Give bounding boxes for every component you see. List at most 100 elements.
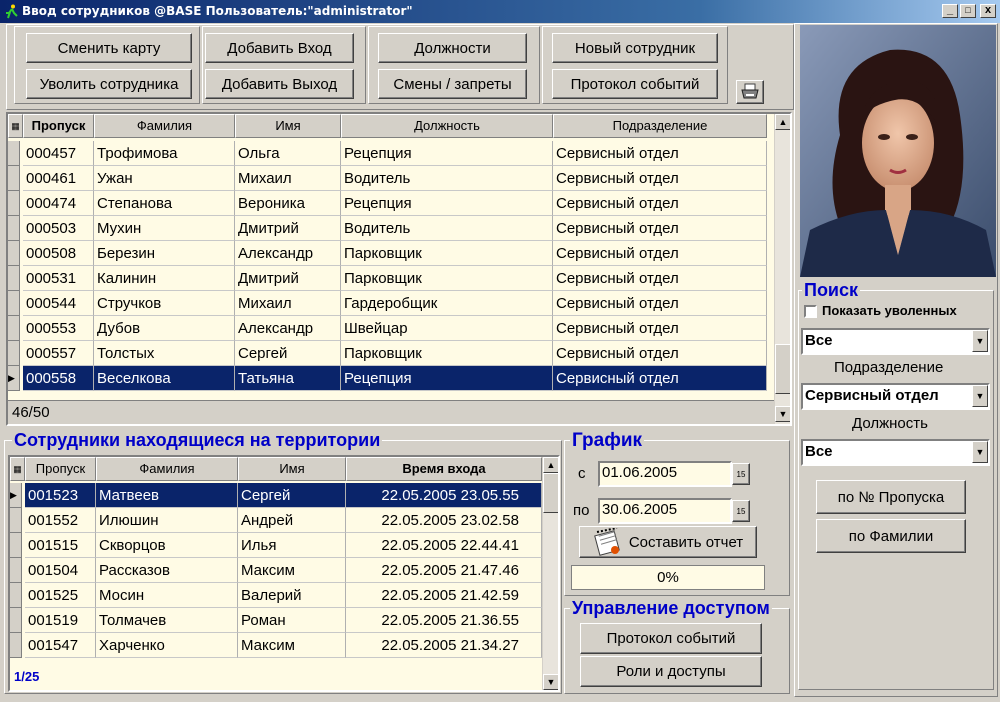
maximize-button[interactable]: □ bbox=[960, 4, 976, 18]
table-cell[interactable]: Гардеробщик bbox=[341, 291, 553, 316]
table-cell[interactable]: Рецепция bbox=[341, 141, 553, 166]
table-cell[interactable]: Парковщик bbox=[341, 266, 553, 291]
scroll-down-icon[interactable]: ▼ bbox=[775, 406, 790, 422]
table-cell[interactable]: Валерий bbox=[238, 583, 346, 608]
event-log-button[interactable]: Протокол событий bbox=[552, 69, 718, 99]
table-cell[interactable]: Швейцар bbox=[341, 316, 553, 341]
table-cell[interactable]: Татьяна bbox=[235, 366, 341, 391]
fired-filter-select[interactable]: Все ▼ bbox=[801, 328, 990, 355]
table-cell[interactable]: Максим bbox=[238, 633, 346, 658]
table-row[interactable]: 000544 Стручков Михаил Гардеробщик Сервисный… bbox=[8, 291, 767, 316]
table-cell[interactable]: 000557 bbox=[23, 341, 94, 366]
change-card-button[interactable]: Сменить карту bbox=[26, 33, 192, 63]
chevron-down-icon[interactable]: ▼ bbox=[972, 385, 988, 407]
table-cell[interactable]: Мосин bbox=[96, 583, 238, 608]
row-indicator[interactable] bbox=[10, 583, 22, 608]
table-cell[interactable]: Сервисный отдел bbox=[553, 191, 767, 216]
table-cell[interactable]: Сергей bbox=[235, 341, 341, 366]
column-header-department[interactable]: Подразделение bbox=[553, 114, 767, 138]
table-cell[interactable]: 000461 bbox=[23, 166, 94, 191]
column-header-surname[interactable]: Фамилия bbox=[94, 114, 235, 138]
fire-employee-button[interactable]: Уволить сотрудника bbox=[26, 69, 192, 99]
table-cell[interactable]: Андрей bbox=[238, 508, 346, 533]
table-cell[interactable]: 22.05.2005 23.05.55 bbox=[346, 483, 542, 508]
table-row[interactable]: 001547 Харченко Максим 22.05.2005 21.34.27 bbox=[10, 633, 542, 658]
table-cell[interactable]: Вероника bbox=[235, 191, 341, 216]
date-to-field[interactable]: 30.06.2005 bbox=[598, 498, 732, 524]
row-indicator[interactable] bbox=[10, 508, 22, 533]
table-cell[interactable]: Мухин bbox=[94, 216, 235, 241]
close-button[interactable]: x bbox=[980, 4, 996, 18]
show-fired-checkbox[interactable] bbox=[804, 305, 817, 318]
grid-corner[interactable]: ▦ bbox=[10, 457, 25, 481]
table-row[interactable]: 000557 Толстых Сергей Парковщик Сервисный от… bbox=[8, 341, 767, 366]
row-indicator[interactable]: ▶ bbox=[10, 483, 22, 508]
make-report-button[interactable]: Составить отчет bbox=[579, 526, 757, 558]
table-cell[interactable]: 001547 bbox=[25, 633, 96, 658]
row-indicator[interactable] bbox=[8, 166, 20, 191]
row-indicator[interactable] bbox=[10, 533, 22, 558]
row-indicator[interactable] bbox=[8, 191, 20, 216]
row-indicator[interactable] bbox=[8, 316, 20, 341]
table-row[interactable]: 000461 Ужан Михаил Водитель Сервисный отдел bbox=[8, 166, 767, 191]
table-cell[interactable]: 000457 bbox=[23, 141, 94, 166]
scroll-up-icon[interactable]: ▲ bbox=[775, 114, 790, 130]
table-cell[interactable]: 001523 bbox=[25, 483, 96, 508]
minimize-button[interactable]: _ bbox=[942, 4, 958, 18]
table-cell[interactable]: Сервисный отдел bbox=[553, 316, 767, 341]
table-cell[interactable]: Водитель bbox=[341, 166, 553, 191]
table-cell[interactable]: Парковщик bbox=[341, 241, 553, 266]
table-cell[interactable]: 22.05.2005 21.42.59 bbox=[346, 583, 542, 608]
table-cell[interactable]: 000474 bbox=[23, 191, 94, 216]
table-cell[interactable]: Трофимова bbox=[94, 141, 235, 166]
table-cell[interactable]: Ужан bbox=[94, 166, 235, 191]
print-button[interactable] bbox=[736, 80, 764, 104]
table-row[interactable]: 000457 Трофимова Ольга Рецепция Сервисный от… bbox=[8, 141, 767, 166]
table-cell[interactable]: Сервисный отдел bbox=[553, 216, 767, 241]
table-cell[interactable]: 000544 bbox=[23, 291, 94, 316]
table-cell[interactable]: Березин bbox=[94, 241, 235, 266]
calendar-to-button[interactable]: 15 bbox=[732, 500, 750, 522]
table-row[interactable]: ▶ 000558 Веселкова Татьяна Рецепция Сервисный… bbox=[8, 366, 767, 391]
column-header-pass[interactable]: Пропуск bbox=[25, 457, 96, 481]
table-row[interactable]: 001504 Рассказов Максим 22.05.2005 21.47.46 bbox=[10, 558, 542, 583]
row-indicator[interactable] bbox=[8, 241, 20, 266]
row-indicator[interactable] bbox=[10, 608, 22, 633]
row-indicator[interactable] bbox=[8, 291, 20, 316]
table-cell[interactable]: Сергей bbox=[238, 483, 346, 508]
search-by-pass-button[interactable]: по № Пропуска bbox=[816, 480, 966, 514]
positions-button[interactable]: Должности bbox=[378, 33, 527, 63]
row-indicator[interactable] bbox=[8, 216, 20, 241]
table-cell[interactable]: 001519 bbox=[25, 608, 96, 633]
calendar-from-button[interactable]: 15 bbox=[732, 463, 750, 485]
row-indicator[interactable] bbox=[10, 633, 22, 658]
row-indicator[interactable] bbox=[8, 266, 20, 291]
table-row[interactable]: 000531 Калинин Дмитрий Парковщик Сервисный о… bbox=[8, 266, 767, 291]
table-cell[interactable]: Максим bbox=[238, 558, 346, 583]
table-row[interactable]: 001552 Илюшин Андрей 22.05.2005 23.02.58 bbox=[10, 508, 542, 533]
column-header-entry-time[interactable]: Время входа bbox=[346, 457, 542, 481]
scroll-thumb[interactable] bbox=[775, 344, 790, 394]
table-cell[interactable]: Сервисный отдел bbox=[553, 291, 767, 316]
column-header-position[interactable]: Должность bbox=[341, 114, 553, 138]
table-cell[interactable]: Скворцов bbox=[96, 533, 238, 558]
grid-corner[interactable]: ▦ bbox=[8, 114, 23, 138]
table-cell[interactable]: 22.05.2005 22.44.41 bbox=[346, 533, 542, 558]
row-indicator[interactable] bbox=[8, 141, 20, 166]
table-cell[interactable]: Дмитрий bbox=[235, 266, 341, 291]
table-cell[interactable]: Илюшин bbox=[96, 508, 238, 533]
search-by-surname-button[interactable]: по Фамилии bbox=[816, 519, 966, 553]
table-cell[interactable]: Сервисный отдел bbox=[553, 366, 767, 391]
employees-scrollbar[interactable]: ▲ ▼ bbox=[774, 114, 790, 424]
table-cell[interactable]: 001515 bbox=[25, 533, 96, 558]
table-cell[interactable]: 000508 bbox=[23, 241, 94, 266]
table-cell[interactable]: Веселкова bbox=[94, 366, 235, 391]
table-row[interactable]: 001515 Скворцов Илья 22.05.2005 22.44.41 bbox=[10, 533, 542, 558]
row-indicator[interactable] bbox=[8, 341, 20, 366]
scroll-up-icon[interactable]: ▲ bbox=[543, 457, 558, 473]
table-cell[interactable]: 22.05.2005 23.02.58 bbox=[346, 508, 542, 533]
table-cell[interactable]: Стручков bbox=[94, 291, 235, 316]
table-cell[interactable]: 000558 bbox=[23, 366, 94, 391]
add-entry-button[interactable]: Добавить Вход bbox=[205, 33, 354, 63]
table-cell[interactable]: Сервисный отдел bbox=[553, 266, 767, 291]
